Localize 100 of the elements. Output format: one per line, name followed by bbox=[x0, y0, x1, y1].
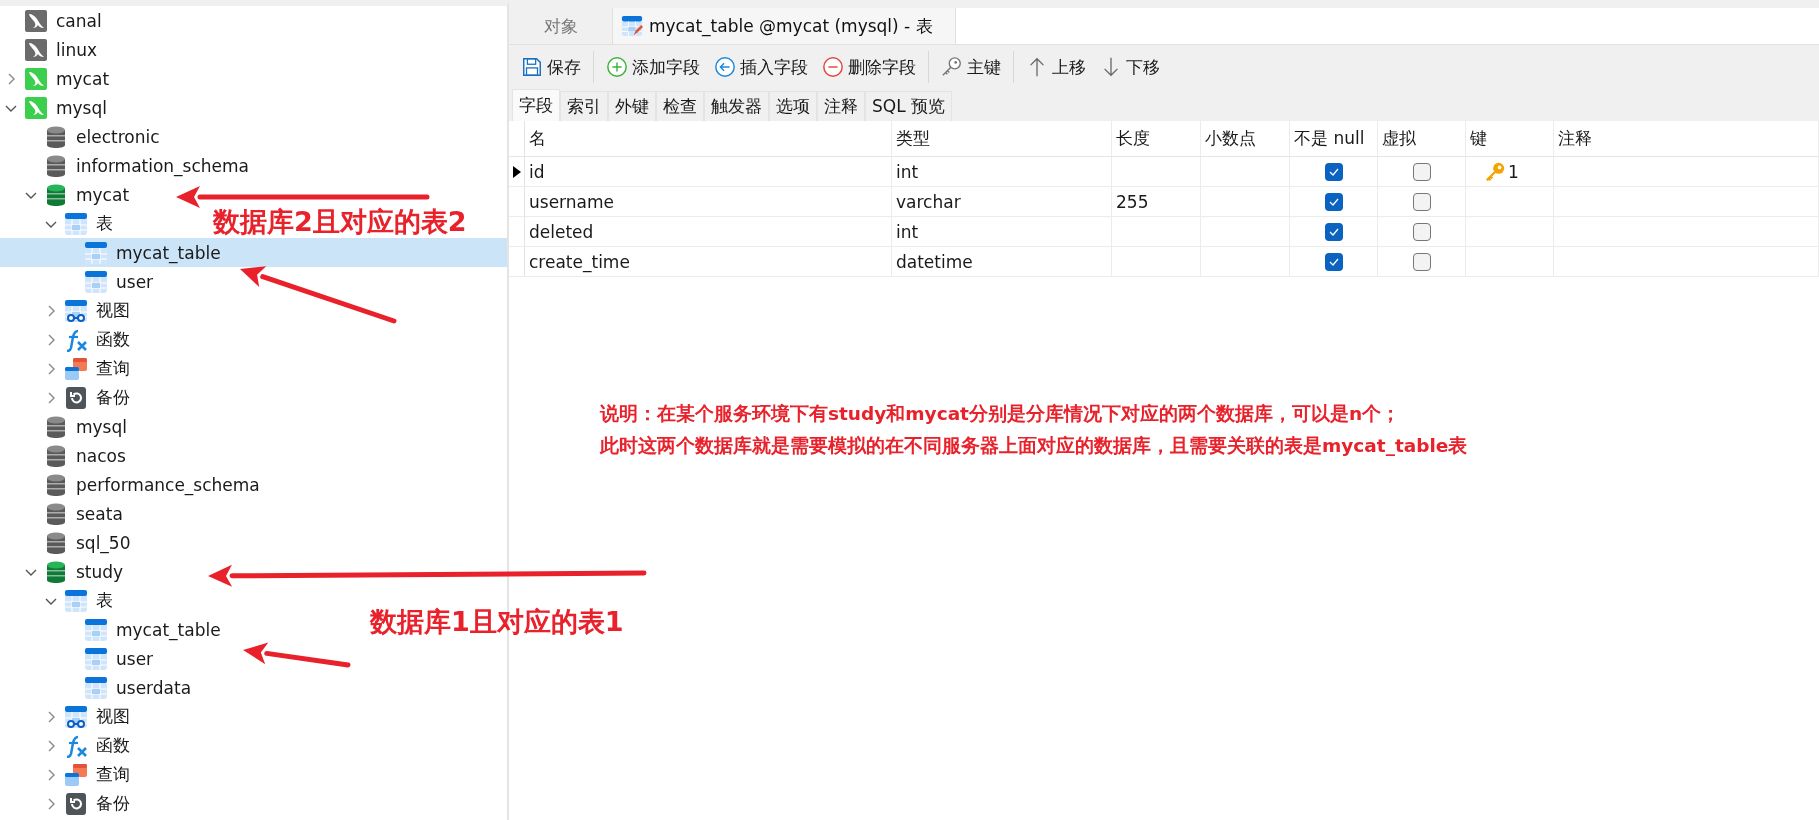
row-marker-cell[interactable] bbox=[509, 247, 525, 277]
tree-item[interactable]: 备份 bbox=[44, 789, 130, 818]
tree-item[interactable]: user bbox=[64, 267, 154, 296]
table-cell: 255 bbox=[1112, 187, 1201, 217]
tree-item[interactable]: information_schema bbox=[24, 151, 250, 180]
row-marker-cell[interactable] bbox=[509, 157, 525, 187]
column-header[interactable]: 类型 bbox=[892, 121, 1112, 157]
save-icon bbox=[521, 56, 543, 78]
tab[interactable]: 触发器 bbox=[704, 91, 769, 121]
tab[interactable]: 外键 bbox=[608, 91, 656, 121]
tab[interactable]: 字段 bbox=[512, 89, 560, 121]
backup-icon bbox=[64, 385, 88, 410]
table-cell: datetime bbox=[892, 247, 1112, 277]
tree-item[interactable]: 函数 bbox=[44, 731, 130, 760]
function-icon bbox=[64, 733, 88, 758]
row-marker-cell[interactable] bbox=[509, 217, 525, 247]
annotation-label: 数据库1且对应的表1 bbox=[370, 606, 624, 638]
annotation-text: 说明：在某个服务环境下有study和mycat分别是分库情况下对应的两个数据库，可以是n个； bbox=[600, 402, 1402, 426]
row-marker-cell[interactable] bbox=[509, 187, 525, 217]
view-icon bbox=[64, 298, 88, 323]
tree-item[interactable]: canal bbox=[4, 6, 102, 35]
tab[interactable]: 对象 bbox=[509, 8, 613, 44]
toolbar-button[interactable]: 添加字段 bbox=[604, 53, 702, 81]
row-pointer-icon bbox=[511, 164, 522, 179]
table-folder-icon bbox=[64, 211, 88, 236]
table-icon bbox=[84, 646, 108, 671]
tree-item[interactable]: 视图 bbox=[44, 702, 130, 731]
view-icon bbox=[64, 704, 88, 729]
tree-item[interactable]: mycat bbox=[24, 180, 130, 209]
tab[interactable]: SQL 预览 bbox=[865, 91, 953, 121]
column-header[interactable]: 键 bbox=[1466, 121, 1554, 157]
column-header[interactable]: 名 bbox=[525, 121, 892, 157]
column-header[interactable]: 不是 null bbox=[1290, 121, 1378, 157]
tree-item[interactable]: study bbox=[24, 557, 124, 586]
tree-item[interactable]: 备份 bbox=[44, 383, 130, 412]
column-header[interactable]: 虚拟 bbox=[1378, 121, 1466, 157]
insert-icon bbox=[714, 56, 736, 78]
tree-item[interactable]: mycat_table bbox=[64, 615, 221, 644]
tree-item[interactable]: mycat_table bbox=[64, 238, 221, 267]
table-cell: create_time bbox=[525, 247, 892, 277]
toolbar-button[interactable]: 保存 bbox=[519, 53, 583, 81]
toolbar-button[interactable]: 插入字段 bbox=[712, 53, 810, 81]
tree-item[interactable]: mycat bbox=[4, 64, 110, 93]
key-number: 1 bbox=[1508, 161, 1519, 182]
tab[interactable]: mycat_table @mycat (mysql) - 表 bbox=[613, 8, 956, 44]
backup-icon bbox=[64, 791, 88, 816]
tree-item[interactable]: 查询 bbox=[44, 760, 130, 789]
add-icon bbox=[606, 56, 628, 78]
column-header[interactable]: 长度 bbox=[1112, 121, 1201, 157]
checkbox[interactable] bbox=[1324, 192, 1343, 211]
tree-item[interactable]: 视图 bbox=[44, 296, 130, 325]
table-cell: int bbox=[892, 157, 1112, 187]
table-icon bbox=[84, 269, 108, 294]
tree-item[interactable]: 表 bbox=[44, 586, 113, 615]
checkbox[interactable] bbox=[1324, 252, 1343, 271]
tree-item[interactable]: sql_50 bbox=[24, 528, 131, 557]
column-header[interactable]: 注释 bbox=[1554, 121, 1819, 157]
tree-item[interactable]: linux bbox=[4, 35, 98, 64]
checkbox[interactable] bbox=[1324, 222, 1343, 241]
key-icon bbox=[1484, 160, 1506, 183]
annotation-label: 数据库2且对应的表2 bbox=[213, 206, 467, 238]
tree-item[interactable]: performance_schema bbox=[24, 470, 260, 499]
tree-item[interactable]: mysql bbox=[24, 412, 127, 441]
function-icon bbox=[64, 327, 88, 352]
tab[interactable]: 注释 bbox=[817, 91, 865, 121]
table-edit-icon bbox=[621, 15, 643, 37]
tree-item[interactable]: mysql bbox=[4, 93, 107, 122]
key-icon bbox=[941, 56, 963, 78]
checkbox[interactable] bbox=[1412, 252, 1431, 271]
tree-item[interactable]: userdata bbox=[64, 673, 192, 702]
tab[interactable]: 索引 bbox=[560, 91, 608, 121]
table-cell: id bbox=[525, 157, 892, 187]
table-cell: int bbox=[892, 217, 1112, 247]
table-icon bbox=[84, 617, 108, 642]
table-cell: deleted bbox=[525, 217, 892, 247]
toolbar-button[interactable]: 上移 bbox=[1024, 53, 1088, 81]
toolbar-button[interactable]: 下移 bbox=[1098, 53, 1162, 81]
checkbox[interactable] bbox=[1412, 162, 1431, 181]
tab[interactable]: 选项 bbox=[769, 91, 817, 121]
tab[interactable]: 检查 bbox=[656, 91, 704, 121]
checkbox[interactable] bbox=[1324, 162, 1343, 181]
annotation-text: 此时这两个数据库就是需要模拟的在不同服务器上面对应的数据库，且需要关联的表是mycat_table表 bbox=[600, 434, 1468, 458]
tree-item[interactable]: nacos bbox=[24, 441, 126, 470]
tree-item[interactable]: electronic bbox=[24, 122, 160, 151]
toolbar-button[interactable]: 主键 bbox=[939, 53, 1003, 81]
tree-item[interactable]: seata bbox=[24, 499, 123, 528]
query-icon bbox=[64, 762, 88, 787]
tree-item[interactable]: user bbox=[64, 644, 154, 673]
tree-item[interactable]: 函数 bbox=[44, 325, 130, 354]
column-header[interactable]: 小数点 bbox=[1201, 121, 1290, 157]
checkbox[interactable] bbox=[1412, 192, 1431, 211]
tree-item[interactable]: 表 bbox=[44, 209, 113, 238]
table-icon bbox=[84, 675, 108, 700]
tree-item[interactable]: 查询 bbox=[44, 354, 130, 383]
table-folder-icon bbox=[64, 588, 88, 613]
table-cell: varchar bbox=[892, 187, 1112, 217]
table-cell: username bbox=[525, 187, 892, 217]
table-icon bbox=[84, 240, 108, 265]
checkbox[interactable] bbox=[1412, 222, 1431, 241]
toolbar-button[interactable]: 删除字段 bbox=[820, 53, 918, 81]
